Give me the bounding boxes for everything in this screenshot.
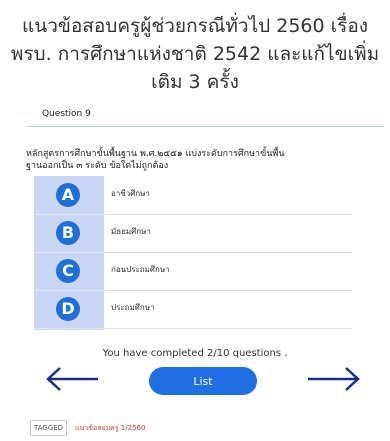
page-title-line-1: แนวข้อสอบครูผู้ช่วยกรณีทั่วไป 2560 เรื่อ… [21, 15, 369, 37]
option-a-text[interactable]: อาชีวศึกษา [111, 187, 150, 200]
option-d[interactable]: D ประถมศึกษา [34, 290, 352, 329]
page-title-line-3: เติม 3 ครั้ง [151, 71, 239, 93]
question-number: Question 9 [42, 109, 91, 119]
question-text-line-1: หลักสูตรการศึกษาขั้นพื้นฐาน พ.ศ.๒๕๕๑ แบ่… [26, 149, 285, 159]
list-button[interactable]: List [149, 367, 257, 395]
option-d-badge[interactable]: D [56, 297, 80, 321]
page-title-line-2: พรบ. การศึกษาแห่งชาติ 2542 และแก้ไขเพิ่ม [10, 43, 380, 65]
tagged-label: TAGGED [30, 420, 68, 436]
arrow-right-icon[interactable] [306, 364, 362, 394]
option-a[interactable]: A อาชีวศึกษา [34, 176, 352, 215]
option-d-text[interactable]: ประถมศึกษา [111, 301, 154, 314]
question-header: Question 9 [26, 106, 384, 127]
question-text: หลักสูตรการศึกษาขั้นพื้นฐาน พ.ศ.๒๕๕๑ แบ่… [26, 148, 371, 172]
option-c-text[interactable]: ก่อนประถมศึกษา [111, 263, 170, 276]
tag-link[interactable]: แนวข้อสอบครู 1/2560 [75, 423, 145, 434]
option-c-badge[interactable]: C [56, 259, 80, 283]
progress-status: You have completed 2/10 questions . [102, 348, 288, 359]
prev-button[interactable] [44, 364, 100, 394]
question-text-line-2: ฐานออกเป็น ๓ ระดับ ข้อใดไม่ถูกต้อง [26, 161, 169, 171]
option-a-badge[interactable]: A [56, 183, 80, 207]
option-c[interactable]: C ก่อนประถมศึกษา [34, 252, 352, 291]
page-title: แนวข้อสอบครูผู้ช่วยกรณีทั่วไป 2560 เรื่อ… [0, 12, 390, 96]
option-b-badge[interactable]: B [56, 221, 80, 245]
option-b[interactable]: B มัธยมศึกษา [34, 214, 352, 253]
arrow-left-icon[interactable] [44, 364, 100, 394]
option-b-text[interactable]: มัธยมศึกษา [111, 225, 151, 238]
next-button[interactable] [306, 364, 362, 394]
